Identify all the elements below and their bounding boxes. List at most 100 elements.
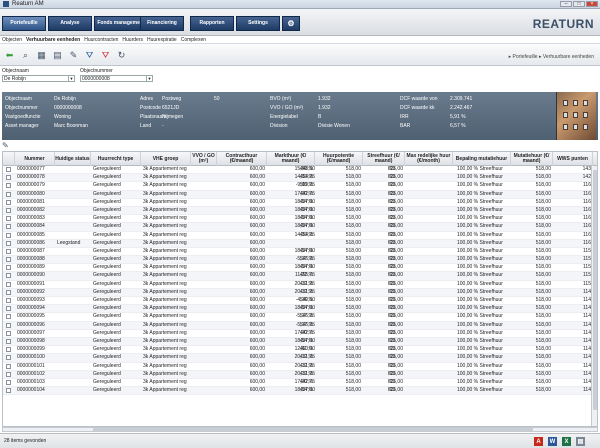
row-checkbox[interactable] (6, 224, 11, 230)
table-row[interactable]: 0000000093 Gereguleerd 3k Appartement reg 6… (3, 297, 593, 306)
col-streefhuur[interactable]: Streefhuur (€/ maand) (363, 152, 405, 166)
subnav-huurexpiratie[interactable]: Huurexpiratie (147, 37, 177, 43)
scroll-thumb[interactable] (93, 428, 533, 431)
back-arrow-icon[interactable]: ⬅ (4, 50, 15, 61)
row-checkbox[interactable] (6, 248, 11, 254)
subnav-huurders[interactable]: Huurders (122, 37, 143, 43)
row-checkbox[interactable] (6, 257, 11, 263)
table-row[interactable]: 0000000081 Gereguleerd 3k Appartement reg 6… (3, 199, 593, 207)
col-huurpotentie[interactable]: Huurpotentie (€/maand) (315, 152, 363, 166)
row-checkbox[interactable] (6, 298, 11, 303)
tab-financiering[interactable]: Financiering (140, 16, 184, 31)
table-row[interactable]: 0000000088 Gereguleerd 3k Appartement reg 6… (3, 256, 593, 265)
filter-icon[interactable]: ⛛ (84, 50, 95, 61)
subnav-verhuurbare-eenheden[interactable]: Verhuurbare eenheden (26, 37, 80, 43)
tab-portefeuille[interactable]: Portefeuille (2, 16, 46, 31)
table-row[interactable]: 0000000085 Gereguleerd 3k Appartement reg 6… (3, 232, 593, 240)
objectnaam-select[interactable]: De Robijn ▼ (2, 75, 75, 82)
col-huurrecht-type[interactable]: Huurrecht type (91, 152, 141, 166)
table-row[interactable]: 0000000099 Gereguleerd 3k Appartement reg 6… (3, 346, 593, 355)
tab-settings[interactable]: Settings (236, 16, 280, 31)
row-checkbox[interactable] (6, 388, 11, 394)
table-row[interactable]: 0000000078 Gereguleerd 3k Appartement reg 6… (3, 174, 593, 183)
select-all-checkbox[interactable] (3, 152, 15, 166)
edit-grid-icon[interactable]: ✎ (2, 141, 9, 150)
row-checkbox[interactable] (6, 167, 11, 172)
table-row[interactable]: 0000000104 Gereguleerd 3k Appartement reg 6… (3, 387, 593, 396)
row-checkbox[interactable] (6, 232, 11, 238)
col-max-redelijke-huur[interactable]: Max redelijke huur (€/month) (405, 152, 453, 166)
word-icon[interactable]: W (548, 437, 557, 446)
row-checkbox[interactable] (6, 330, 11, 336)
subnav-huurcontracten[interactable]: Huurcontracten (84, 37, 118, 43)
table-row[interactable]: 0000000092 Gereguleerd 3k Appartement reg 6… (3, 288, 593, 297)
zoom-icon[interactable]: ⌕ (20, 50, 31, 61)
row-checkbox[interactable] (6, 314, 11, 320)
minimize-button[interactable]: – (560, 1, 572, 7)
table-row[interactable]: 0000000100 Gereguleerd 3k Appartement reg 6… (3, 354, 593, 363)
row-checkbox[interactable] (6, 322, 11, 328)
row-checkbox[interactable] (6, 363, 11, 369)
col-contracthuur[interactable]: Contracthuur (€/maand) (217, 152, 267, 166)
table-row[interactable]: 0000000091 Gereguleerd 3k Appartement reg 6… (3, 281, 593, 289)
row-checkbox[interactable] (6, 273, 11, 279)
table-row[interactable]: 0000000079 Gereguleerd 3k Appartement reg 6… (3, 182, 593, 191)
row-checkbox[interactable] (6, 199, 11, 205)
row-checkbox[interactable] (6, 281, 11, 287)
tab-rapporten[interactable]: Rapporten (190, 16, 234, 31)
vertical-scrollbar[interactable] (591, 166, 597, 426)
row-checkbox[interactable] (6, 265, 11, 271)
row-checkbox[interactable] (6, 347, 11, 353)
row-checkbox[interactable] (6, 355, 11, 361)
tab-analyse[interactable]: Analyse (48, 16, 92, 31)
table-row[interactable]: 0000000087 Gereguleerd 3k Appartement reg 6… (3, 248, 593, 257)
col-wws-punten[interactable]: WWS punten (553, 152, 593, 166)
table-row[interactable]: 0000000086 Leegstand Gereguleerd 3k Apparte… (3, 239, 593, 248)
table-row[interactable]: 0000000096 Gereguleerd 3k Appartement reg 6… (3, 321, 593, 330)
table-row[interactable]: 0000000089 Gereguleerd 3k Appartement reg 6… (3, 264, 593, 273)
objectnummer-select[interactable]: 0000000008 ▼ (80, 75, 153, 82)
excel-icon[interactable]: X (562, 437, 571, 446)
close-button[interactable]: × (586, 1, 598, 7)
row-checkbox[interactable] (6, 289, 11, 295)
grid-view-icon[interactable]: ▦ (36, 50, 47, 61)
table-row[interactable]: 0000000090 Gereguleerd 3k Appartement reg 6… (3, 272, 593, 281)
maximize-button[interactable]: □ (573, 1, 585, 7)
table-row[interactable]: 0000000077 Gereguleerd 3k Appartement reg 6… (3, 166, 593, 175)
edit-icon[interactable]: ✎ (68, 50, 79, 61)
pdf-icon[interactable]: A (534, 437, 543, 446)
row-checkbox[interactable] (6, 183, 11, 189)
row-checkbox[interactable] (6, 240, 11, 246)
subnav-objecten[interactable]: Objecten (2, 37, 22, 43)
table-row[interactable]: 0000000102 Gereguleerd 3k Appartement reg 6… (3, 370, 593, 379)
row-checkbox[interactable] (6, 207, 11, 213)
col-mutatiehuur[interactable]: Mutatiehuur (€/ maand) (511, 152, 553, 166)
col-vhe-groep[interactable]: VHE groep (141, 152, 191, 166)
col-nummer[interactable]: Nummer (15, 152, 55, 166)
table-row[interactable]: 0000000097 Gereguleerd 3k Appartement reg 6… (3, 330, 593, 338)
row-checkbox[interactable] (6, 191, 11, 197)
table-row[interactable]: 0000000083 Gereguleerd 3k Appartement reg 6… (3, 215, 593, 224)
clipboard-icon[interactable]: ▤ (576, 437, 585, 446)
col-markthuur[interactable]: Markthuur (€/ maand) (267, 152, 315, 166)
table-edit-icon[interactable]: ▤ (52, 50, 63, 61)
refresh-icon[interactable]: ↻ (116, 50, 127, 61)
table-row[interactable]: 0000000095 Gereguleerd 3k Appartement reg 6… (3, 313, 593, 322)
gear-icon[interactable]: ⚙ (282, 16, 300, 31)
row-checkbox[interactable] (6, 379, 11, 385)
clear-filter-icon[interactable]: ⛛ (100, 50, 111, 61)
row-checkbox[interactable] (6, 371, 11, 377)
row-checkbox[interactable] (6, 306, 11, 312)
table-row[interactable]: 0000000101 Gereguleerd 3k Appartement reg 6… (3, 363, 593, 371)
col-vvo-go[interactable]: VVO / GO (m²) (191, 152, 217, 166)
col-huidige-status[interactable]: Huidige status (55, 152, 91, 166)
row-checkbox[interactable] (6, 216, 11, 222)
table-row[interactable]: 0000000080 Gereguleerd 3k Appartement reg 6… (3, 190, 593, 199)
scroll-thumb[interactable] (593, 170, 597, 410)
horizontal-scrollbar[interactable] (2, 427, 598, 432)
table-row[interactable]: 0000000082 Gereguleerd 3k Appartement reg 6… (3, 206, 593, 216)
subnav-complexen[interactable]: Complexen (181, 37, 206, 43)
row-checkbox[interactable] (6, 338, 11, 344)
col-bepaling-mutatiehuur[interactable]: Bepaling mutatiehuur (453, 152, 511, 166)
table-row[interactable]: 0000000094 Gereguleerd 3k Appartement reg 6… (3, 305, 593, 314)
